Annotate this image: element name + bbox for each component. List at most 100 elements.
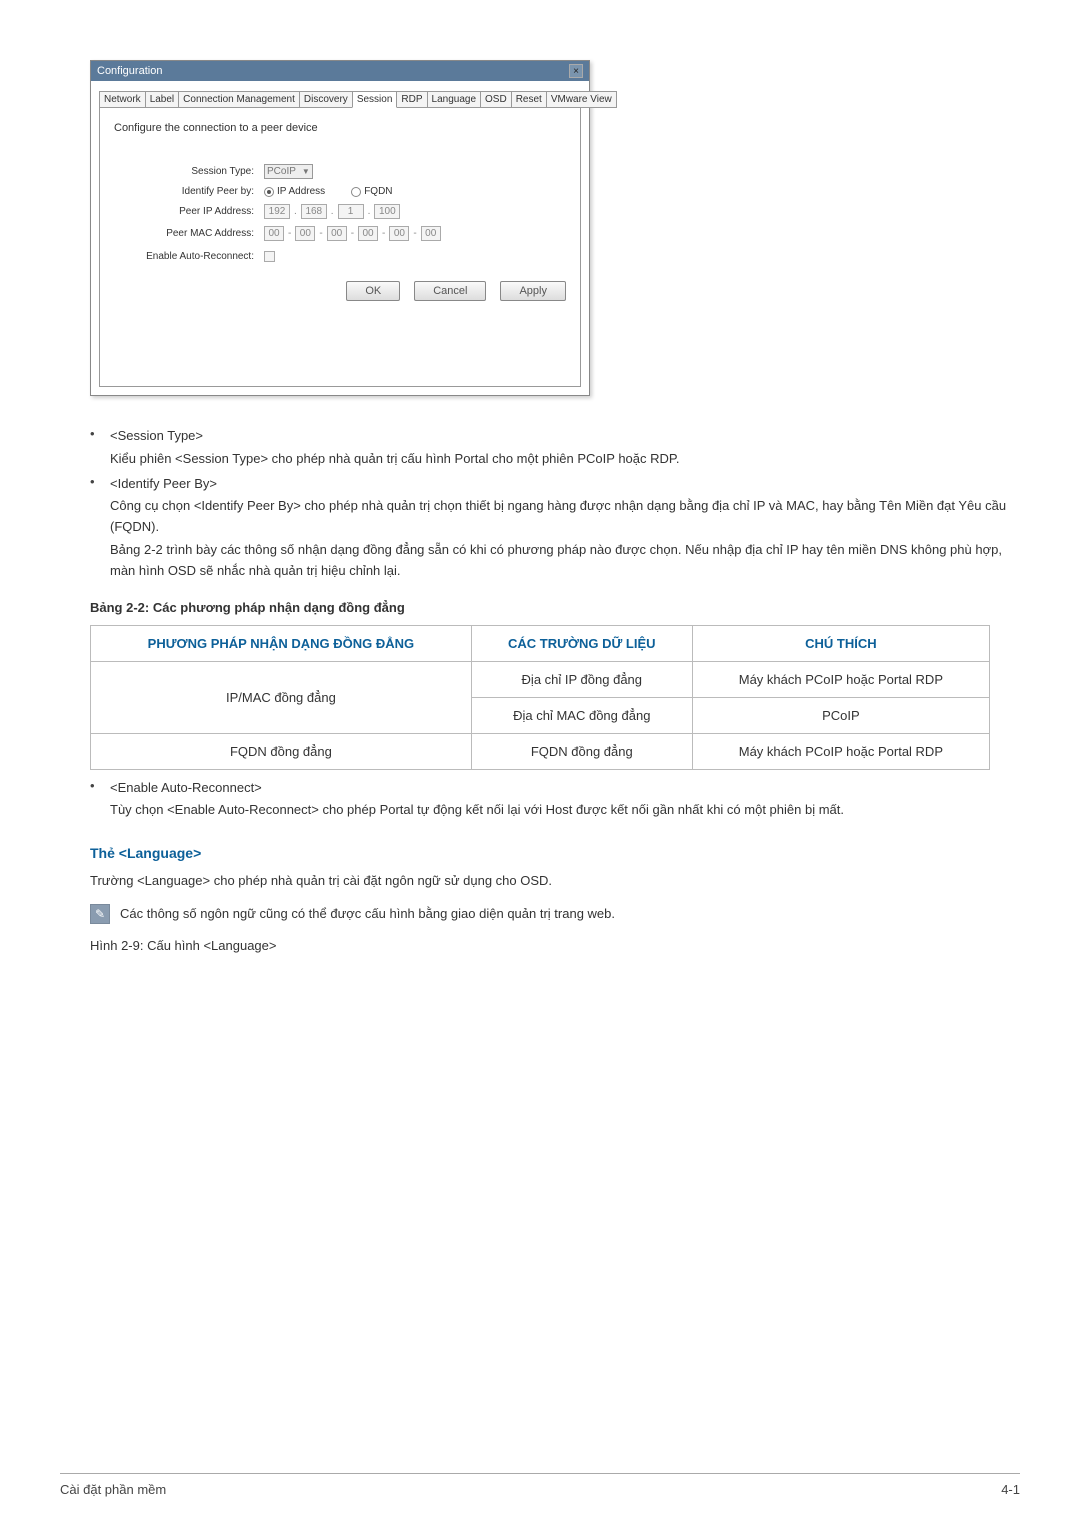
row-identify-peer: Identify Peer by: IP Address FQDN <box>114 186 566 197</box>
peer-ip-octet-1[interactable]: 192 <box>264 204 290 219</box>
row-peer-mac: Peer MAC Address: 00- 00- 00- 00- 00- 00 <box>114 226 566 241</box>
panel-description: Configure the connection to a peer devic… <box>114 122 566 134</box>
cancel-button[interactable]: Cancel <box>414 281 486 301</box>
radio-dot-icon <box>351 187 361 197</box>
note-row: ✎ Các thông số ngôn ngữ cũng có thể được… <box>90 904 1020 924</box>
table-cell: FQDN đồng đẳng <box>471 733 692 769</box>
bullet-desc-2: Bảng 2-2 trình bày các thông số nhận dạn… <box>110 540 1020 582</box>
bullet-title: <Enable Auto-Reconnect> <box>110 778 1020 799</box>
dialog-panel: Configure the connection to a peer devic… <box>99 107 581 387</box>
row-session-type: Session Type: PCoIP ▼ <box>114 164 566 179</box>
row-auto-reconnect: Enable Auto-Reconnect: <box>114 251 566 262</box>
peer-mac-octet-6[interactable]: 00 <box>421 226 441 241</box>
table-cell: FQDN đồng đẳng <box>91 733 472 769</box>
bullet-item-identify-peer: • <Identify Peer By> Công cụ chọn <Ident… <box>90 474 1020 582</box>
peer-mac-octet-3[interactable]: 00 <box>327 226 347 241</box>
bullet-list-1: • <Session Type> Kiểu phiên <Session Typ… <box>90 426 1020 582</box>
footer-right: 4-1 <box>1001 1482 1020 1497</box>
radio-ip-label: IP Address <box>277 186 325 197</box>
peer-mac-octet-4[interactable]: 00 <box>358 226 378 241</box>
dialog-body: Network Label Connection Management Disc… <box>91 81 589 395</box>
close-icon[interactable]: × <box>569 64 583 78</box>
peer-ip-octet-4[interactable]: 100 <box>374 204 400 219</box>
value-auto-reconnect <box>264 251 566 262</box>
bullet-list-2: • <Enable Auto-Reconnect> Tùy chọn <Enab… <box>90 778 1020 822</box>
radio-fqdn-label: FQDN <box>364 186 392 197</box>
value-identify-peer: IP Address FQDN <box>264 186 566 197</box>
table-cell: Máy khách PCoIP hoặc Portal RDP <box>692 733 989 769</box>
page-footer: Cài đặt phần mềm 4-1 <box>60 1473 1020 1497</box>
table-header-row: PHƯƠNG PHÁP NHẬN DẠNG ĐỒNG ĐẲNG CÁC TRƯỜ… <box>91 625 990 661</box>
tab-language[interactable]: Language <box>427 91 482 108</box>
peer-mac-octet-1[interactable]: 00 <box>264 226 284 241</box>
footer-left: Cài đặt phần mềm <box>60 1482 166 1497</box>
value-peer-mac: 00- 00- 00- 00- 00- 00 <box>264 226 566 241</box>
bullet-content: <Identify Peer By> Công cụ chọn <Identif… <box>110 474 1020 582</box>
auto-reconnect-checkbox[interactable] <box>264 251 275 262</box>
ok-button[interactable]: OK <box>346 281 400 301</box>
label-peer-ip: Peer IP Address: <box>114 206 264 217</box>
table-header-method: PHƯƠNG PHÁP NHẬN DẠNG ĐỒNG ĐẲNG <box>91 625 472 661</box>
configuration-dialog: Configuration × Network Label Connection… <box>90 60 590 396</box>
label-identify-peer: Identify Peer by: <box>114 186 264 197</box>
radio-dot-icon <box>264 187 274 197</box>
tab-session[interactable]: Session <box>352 91 398 108</box>
table-cell: Địa chỉ IP đồng đẳng <box>471 661 692 697</box>
table-row: FQDN đồng đẳng FQDN đồng đẳng Máy khách … <box>91 733 990 769</box>
session-type-select[interactable]: PCoIP ▼ <box>264 164 313 179</box>
table-caption: Bảng 2-2: Các phương pháp nhận dạng đồng… <box>90 600 1020 615</box>
peer-methods-table: PHƯƠNG PHÁP NHẬN DẠNG ĐỒNG ĐẲNG CÁC TRƯỜ… <box>90 625 990 770</box>
table-row: IP/MAC đồng đẳng Địa chỉ IP đồng đẳng Má… <box>91 661 990 697</box>
label-session-type: Session Type: <box>114 166 264 177</box>
section-paragraph: Trường <Language> cho phép nhà quản trị … <box>90 871 1020 892</box>
label-peer-mac: Peer MAC Address: <box>114 228 264 239</box>
peer-ip-octet-2[interactable]: 168 <box>301 204 327 219</box>
note-text: Các thông số ngôn ngữ cũng có thể được c… <box>120 906 615 921</box>
dialog-title: Configuration <box>97 65 162 77</box>
peer-ip-octet-3[interactable]: 1 <box>338 204 364 219</box>
tab-label[interactable]: Label <box>145 91 179 108</box>
apply-button[interactable]: Apply <box>500 281 566 301</box>
session-type-value: PCoIP <box>267 166 296 177</box>
bullet-icon: • <box>90 426 110 470</box>
bullet-icon: • <box>90 778 110 822</box>
tab-network[interactable]: Network <box>99 91 146 108</box>
figure-caption: Hình 2-9: Cấu hình <Language> <box>90 938 1020 953</box>
radio-ip-address[interactable]: IP Address <box>264 186 325 197</box>
tab-connection-management[interactable]: Connection Management <box>178 91 300 108</box>
table-cell: PCoIP <box>692 697 989 733</box>
table-header-notes: CHÚ THÍCH <box>692 625 989 661</box>
tab-discovery[interactable]: Discovery <box>299 91 353 108</box>
label-auto-reconnect: Enable Auto-Reconnect: <box>114 251 264 262</box>
row-peer-ip: Peer IP Address: 192. 168. 1. 100 <box>114 204 566 219</box>
dialog-titlebar: Configuration × <box>91 61 589 81</box>
bullet-icon: • <box>90 474 110 582</box>
tab-rdp[interactable]: RDP <box>396 91 427 108</box>
tab-reset[interactable]: Reset <box>511 91 547 108</box>
bullet-item-session-type: • <Session Type> Kiểu phiên <Session Typ… <box>90 426 1020 470</box>
peer-mac-octet-2[interactable]: 00 <box>295 226 315 241</box>
bullet-item-auto-reconnect: • <Enable Auto-Reconnect> Tùy chọn <Enab… <box>90 778 1020 822</box>
bullet-content: <Session Type> Kiểu phiên <Session Type>… <box>110 426 1020 470</box>
dialog-tabs: Network Label Connection Management Disc… <box>99 91 581 108</box>
chevron-down-icon: ▼ <box>302 167 310 176</box>
table-header-fields: CÁC TRƯỜNG DỮ LIỆU <box>471 625 692 661</box>
table-cell: Máy khách PCoIP hoặc Portal RDP <box>692 661 989 697</box>
bullet-content: <Enable Auto-Reconnect> Tùy chọn <Enable… <box>110 778 1020 822</box>
table-cell: Địa chỉ MAC đồng đẳng <box>471 697 692 733</box>
radio-fqdn[interactable]: FQDN <box>351 186 392 197</box>
bullet-title: <Session Type> <box>110 426 1020 447</box>
tab-vmware-view[interactable]: VMware View <box>546 91 617 108</box>
bullet-desc: Kiểu phiên <Session Type> cho phép nhà q… <box>110 449 1020 470</box>
table-cell: IP/MAC đồng đẳng <box>91 661 472 733</box>
tab-osd[interactable]: OSD <box>480 91 512 108</box>
peer-mac-octet-5[interactable]: 00 <box>389 226 409 241</box>
bullet-desc: Công cụ chọn <Identify Peer By> cho phép… <box>110 496 1020 538</box>
dialog-buttons: OK Cancel Apply <box>114 269 566 301</box>
bullet-desc: Tùy chọn <Enable Auto-Reconnect> cho phé… <box>110 800 1020 821</box>
section-heading-language: Thẻ <Language> <box>90 845 1020 861</box>
value-peer-ip: 192. 168. 1. 100 <box>264 204 566 219</box>
note-icon: ✎ <box>90 904 110 924</box>
value-session-type: PCoIP ▼ <box>264 164 566 179</box>
bullet-title: <Identify Peer By> <box>110 474 1020 495</box>
